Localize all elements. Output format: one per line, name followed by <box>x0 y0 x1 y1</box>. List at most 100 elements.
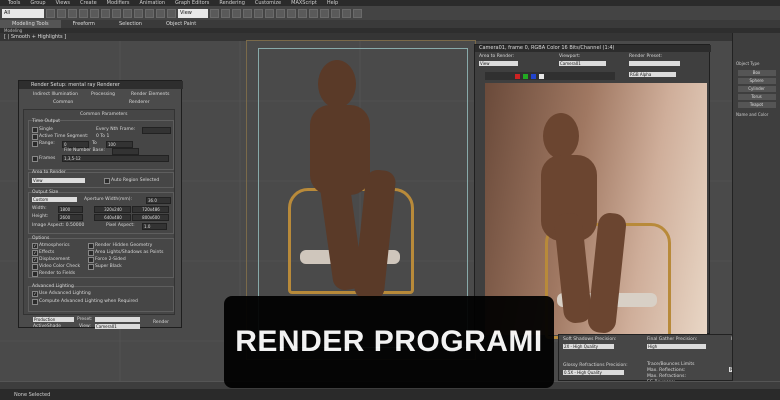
aperture-label: Aperture Width(mm): <box>84 197 132 202</box>
snap-icon[interactable] <box>221 8 230 18</box>
advanced-lighting-label: Advanced Lighting <box>32 284 74 289</box>
view-dropdown[interactable]: Camera01 <box>95 324 140 329</box>
tab-object-paint[interactable]: Object Paint <box>154 20 208 28</box>
frames-radio[interactable] <box>32 156 38 162</box>
render-fields-checkbox[interactable] <box>32 271 38 277</box>
box-button[interactable]: Box <box>737 70 776 76</box>
name-and-color-header[interactable]: Name and Color <box>733 110 780 119</box>
frames-field[interactable]: 1,3,5-12 <box>62 155 169 162</box>
render-setup-tabs: Indirect Illumination Processing Render … <box>19 91 183 107</box>
undo-icon[interactable] <box>46 8 55 18</box>
select-icon[interactable] <box>101 8 110 18</box>
common-parameters-rollout[interactable]: Common Parameters <box>80 112 127 117</box>
range-label: Range: <box>39 141 55 146</box>
range-to-field[interactable]: 100 <box>106 141 133 148</box>
link-icon[interactable] <box>68 8 77 18</box>
render-button[interactable]: Render <box>153 320 169 325</box>
angle-snap-icon[interactable] <box>232 8 241 18</box>
rotate-icon[interactable] <box>156 8 165 18</box>
active-segment-radio[interactable] <box>32 134 38 140</box>
file-number-base-field[interactable] <box>112 148 139 155</box>
cylinder-button[interactable]: Cylinder <box>737 86 776 92</box>
output-size-dropdown[interactable]: Custom <box>32 197 77 202</box>
preset-label: Preset: <box>77 317 93 322</box>
tab-selection[interactable]: Selection <box>107 20 154 28</box>
single-radio[interactable] <box>32 127 38 133</box>
tab-freeform[interactable]: Freeform <box>61 20 107 28</box>
super-black-checkbox[interactable] <box>88 264 94 270</box>
ribbon-tabs: Modeling Tools Freeform Selection Object… <box>0 20 780 28</box>
effects-checkbox[interactable]: ✓ <box>32 250 38 256</box>
tab-common[interactable]: Common <box>53 100 73 105</box>
video-color-checkbox[interactable] <box>32 264 38 270</box>
percent-snap-icon[interactable] <box>243 8 252 18</box>
channel-toggle-0[interactable] <box>515 73 520 79</box>
channel-toggle-2[interactable] <box>531 73 536 79</box>
trace-bounces-label: Trace/Bounces Limits <box>647 362 695 367</box>
align-icon[interactable] <box>276 8 285 18</box>
aperture-field[interactable]: 36.0 <box>146 197 171 204</box>
schematic-icon[interactable] <box>309 8 318 18</box>
preset-800x600-button[interactable]: 800x600 <box>132 214 169 221</box>
preset-720x486-button[interactable]: 720x486 <box>132 206 169 213</box>
mirror-icon[interactable] <box>265 8 274 18</box>
material-editor-icon[interactable] <box>320 8 329 18</box>
unlink-icon[interactable] <box>79 8 88 18</box>
region-icon[interactable] <box>123 8 132 18</box>
tab-processing[interactable]: Processing <box>91 92 115 97</box>
pivot-icon[interactable] <box>210 8 219 18</box>
redo-icon[interactable] <box>57 8 66 18</box>
tab-render-elements[interactable]: Render Elements <box>131 92 169 97</box>
channel-toggle-1[interactable] <box>523 73 528 79</box>
selection-filter-dropdown[interactable]: All <box>2 8 44 18</box>
compute-advanced-checkbox[interactable] <box>32 299 38 305</box>
object-type-header[interactable]: Object Type <box>733 59 780 68</box>
area-lights-checkbox[interactable] <box>88 250 94 256</box>
channel-toggle-3[interactable] <box>539 73 544 79</box>
tab-renderer[interactable]: Renderer <box>129 100 150 105</box>
tab-indirect-illumination[interactable]: Indirect Illumination <box>33 92 78 97</box>
move-icon[interactable] <box>145 8 154 18</box>
auto-region-checkbox[interactable] <box>104 178 110 184</box>
preset-dropdown[interactable] <box>95 317 140 322</box>
render-mode-dropdown[interactable]: Production <box>33 317 74 322</box>
area-to-render-dropdown[interactable]: View <box>32 178 85 183</box>
scale-icon[interactable] <box>167 8 176 18</box>
render-preset-dropdown[interactable] <box>629 61 680 66</box>
width-field[interactable]: 1800 <box>58 206 83 213</box>
force-2sided-checkbox[interactable] <box>88 257 94 263</box>
use-advanced-lighting-checkbox[interactable]: ✓ <box>32 291 38 297</box>
soft-shadows-dropdown[interactable]: 2X - High Quality <box>563 344 614 349</box>
atmospherics-checkbox[interactable]: ✓ <box>32 243 38 249</box>
window-crossing-icon[interactable] <box>134 8 143 18</box>
height-field[interactable]: 2600 <box>58 214 83 221</box>
render-frame-icon[interactable] <box>342 8 351 18</box>
reference-coordinate-dropdown[interactable]: View <box>178 8 208 18</box>
range-radio[interactable] <box>32 141 38 147</box>
render-setup-footer: Production Preset: ActiveShade View: Cam… <box>23 317 179 329</box>
channel-dropdown[interactable]: RGB Alpha <box>629 72 676 77</box>
layer-icon[interactable] <box>287 8 296 18</box>
preset-640x480-button[interactable]: 640x480 <box>94 214 131 221</box>
curve-editor-icon[interactable] <box>298 8 307 18</box>
render-setup-icon[interactable] <box>331 8 340 18</box>
displacement-checkbox[interactable]: ✓ <box>32 257 38 263</box>
range-from-field[interactable]: 0 <box>62 141 89 148</box>
pixel-aspect-field[interactable]: 1.0 <box>142 223 167 230</box>
bind-icon[interactable] <box>90 8 99 18</box>
torus-button[interactable]: Torus <box>737 94 776 100</box>
teapot-button[interactable]: Teapot <box>737 102 776 108</box>
render-hidden-checkbox[interactable] <box>88 243 94 249</box>
spinner-snap-icon[interactable] <box>254 8 263 18</box>
preset-320x240-button[interactable]: 320x240 <box>94 206 131 213</box>
final-gather-dropdown[interactable]: High <box>647 344 706 349</box>
glossy-dropdown[interactable]: 0.5X - High Quality <box>563 370 624 375</box>
sphere-button[interactable]: Sphere <box>737 78 776 84</box>
viewport-dropdown[interactable]: Camera01 <box>559 61 606 66</box>
command-panel: Object Type Box Sphere Cylinder Torus Te… <box>732 33 780 381</box>
every-nth-field[interactable] <box>142 127 171 134</box>
area-dropdown[interactable]: View <box>479 61 518 66</box>
render-icon[interactable] <box>353 8 362 18</box>
tab-modeling-tools[interactable]: Modeling Tools <box>0 20 61 28</box>
select-by-name-icon[interactable] <box>112 8 121 18</box>
